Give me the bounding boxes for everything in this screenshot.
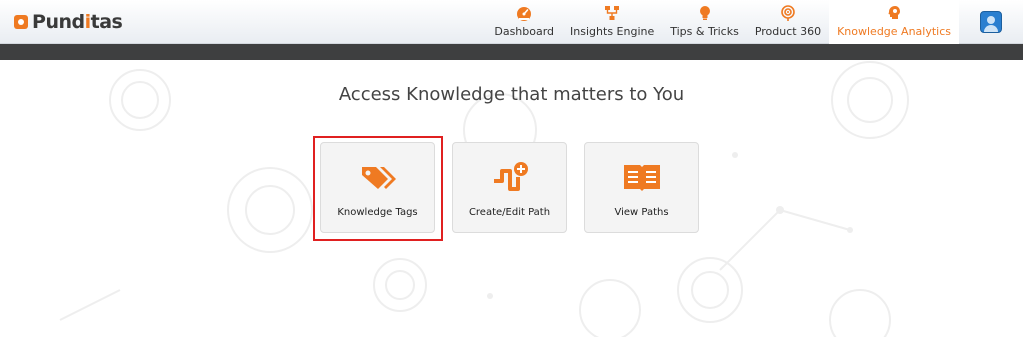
nav-label: Tips & Tricks bbox=[670, 25, 739, 38]
nav-label: Dashboard bbox=[494, 25, 555, 38]
flowchart-icon bbox=[605, 6, 620, 20]
nav-item-knowledge-analytics[interactable]: Knowledge Analytics bbox=[829, 0, 959, 44]
main-nav: Dashboard Insights Engine Tips & Tricks bbox=[486, 0, 1023, 44]
nav-item-insights-engine[interactable]: Insights Engine bbox=[562, 0, 662, 44]
top-navbar: Punditas Dashboard Insights Engine Tips … bbox=[0, 0, 1023, 44]
tile-label: Create/Edit Path bbox=[468, 207, 551, 218]
user-menu[interactable] bbox=[959, 0, 1023, 44]
tile-knowledge-tags[interactable]: Knowledge Tags bbox=[320, 142, 435, 233]
speedometer-icon bbox=[517, 7, 532, 21]
logo-mark-icon bbox=[14, 15, 28, 29]
tags-icon bbox=[361, 167, 396, 189]
nav-item-dashboard[interactable]: Dashboard bbox=[486, 0, 562, 44]
open-book-icon bbox=[623, 165, 660, 191]
target-icon bbox=[781, 5, 795, 21]
nav-label: Product 360 bbox=[754, 25, 822, 38]
tile-label: Knowledge Tags bbox=[337, 207, 418, 218]
tile-label: View Paths bbox=[614, 207, 669, 218]
nav-item-product-360[interactable]: Product 360 bbox=[747, 0, 829, 44]
brain-gear-icon bbox=[888, 6, 901, 19]
punditas-logo[interactable]: Punditas bbox=[14, 9, 123, 35]
sub-header-bar bbox=[0, 44, 1023, 60]
user-avatar-icon[interactable] bbox=[980, 11, 1002, 33]
lightbulb-icon bbox=[699, 6, 710, 20]
nav-label: Knowledge Analytics bbox=[837, 25, 951, 38]
nav-label: Insights Engine bbox=[570, 25, 655, 38]
path-add-icon bbox=[493, 162, 528, 191]
logo-text: Punditas bbox=[32, 11, 123, 33]
tile-view-paths[interactable]: View Paths bbox=[584, 142, 699, 233]
nav-item-tips-tricks[interactable]: Tips & Tricks bbox=[662, 0, 747, 44]
page-headline: Access Knowledge that matters to You bbox=[338, 84, 685, 105]
tile-create-edit-path[interactable]: Create/Edit Path bbox=[452, 142, 567, 233]
